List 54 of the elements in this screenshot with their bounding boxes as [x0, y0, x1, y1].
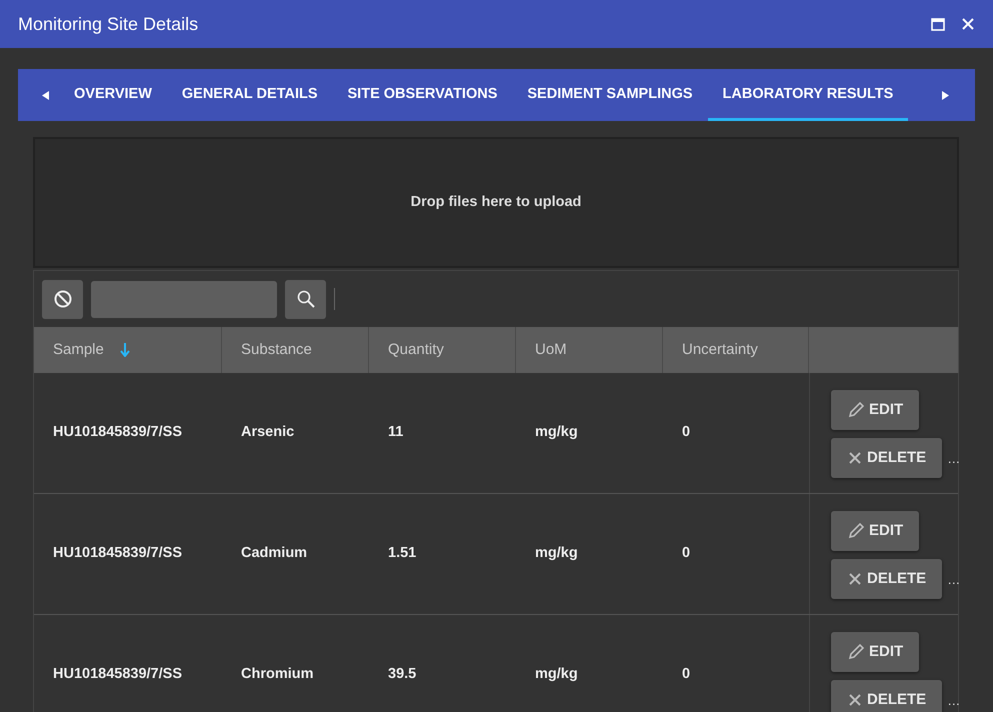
- more-indicator[interactable]: …: [947, 452, 960, 464]
- table-cell-text: 1.51: [388, 544, 416, 564]
- header-label: Sample: [53, 340, 104, 360]
- table-cell-text: mg/kg: [535, 665, 578, 684]
- table-cell-text: HU101845839/7/SS: [53, 423, 182, 442]
- header-label: UoM: [535, 340, 567, 360]
- table-cell-text: 0: [682, 665, 690, 684]
- table-cell-text: mg/kg: [535, 544, 578, 564]
- delete-button[interactable]: DELETE: [831, 438, 942, 478]
- more-indicator[interactable]: …: [947, 572, 960, 586]
- table-cell-text: Cadmium: [241, 544, 308, 564]
- pencil-icon: [847, 643, 865, 661]
- edit-button[interactable]: EDIT: [831, 632, 920, 672]
- tab[interactable]: LABORATORY RESULTS: [708, 69, 908, 121]
- edit-button[interactable]: EDIT: [831, 511, 920, 551]
- search-button[interactable]: [285, 280, 326, 318]
- header-label: Uncertainty: [682, 340, 758, 360]
- delete-button[interactable]: DELETE: [831, 680, 942, 712]
- table-cell-text: Chromium: [241, 665, 314, 684]
- close-icon: [847, 692, 863, 708]
- tab[interactable]: SITE OBSERVATIONS: [332, 69, 512, 121]
- window-title: Monitoring Site Details: [18, 12, 200, 36]
- upload-dropzone[interactable]: Drop files here to upload: [33, 137, 959, 268]
- table-cell-text: 39.5: [388, 665, 416, 684]
- close-button[interactable]: [961, 17, 975, 31]
- table-cell-text: 11: [388, 423, 404, 442]
- pencil-icon: [847, 522, 865, 540]
- table-cell-text: 0: [682, 544, 690, 564]
- search-field[interactable]: [91, 280, 277, 318]
- close-icon: [847, 450, 863, 466]
- tab[interactable]: SEDIMENT SAMPLINGS: [512, 69, 708, 121]
- prohibited-icon: [54, 290, 72, 308]
- close-icon: [961, 17, 975, 31]
- table-cell-text: HU101845839/7/SS: [53, 665, 182, 684]
- pencil-icon: [847, 401, 865, 419]
- delete-button[interactable]: DELETE: [831, 559, 942, 599]
- tab[interactable]: OVERVIEW: [59, 69, 167, 121]
- table-cell-text: mg/kg: [535, 423, 578, 442]
- header-label: Quantity: [388, 340, 444, 360]
- triangle-left-icon: [42, 90, 49, 100]
- table-cell-text: HU101845839/7/SS: [53, 544, 182, 564]
- close-icon: [847, 571, 863, 587]
- edit-button[interactable]: EDIT: [831, 390, 920, 430]
- search-icon: [296, 290, 314, 308]
- header-label: Substance: [241, 340, 312, 360]
- maximize-icon: [931, 18, 945, 30]
- upload-hint: Drop files here to upload: [410, 192, 582, 212]
- table-cell-text: 0: [682, 423, 690, 442]
- tab[interactable]: GENERAL DETAILS: [166, 69, 333, 121]
- table-cell-text: Arsenic: [241, 423, 294, 442]
- more-indicator[interactable]: …: [947, 694, 960, 706]
- triangle-right-icon: [942, 90, 949, 100]
- clear-filter-button[interactable]: [42, 280, 83, 318]
- maximize-button[interactable]: [931, 18, 945, 30]
